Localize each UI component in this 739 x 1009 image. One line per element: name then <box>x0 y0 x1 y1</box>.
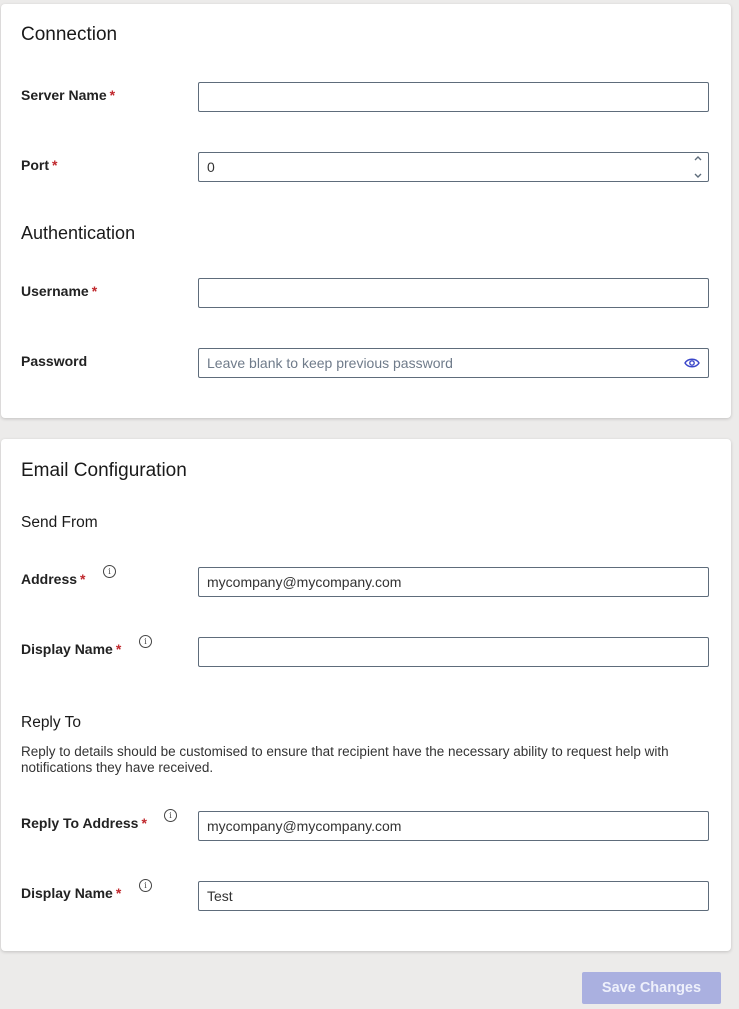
required-marker: * <box>80 571 86 587</box>
username-input[interactable] <box>199 279 708 307</box>
send-from-heading: Send From <box>21 514 98 531</box>
connection-card: Connection Server Name* Port* Authentica… <box>1 4 731 418</box>
reply-to-address-label: Reply To Address * <box>21 815 147 831</box>
port-input[interactable] <box>199 153 708 181</box>
reply-to-address-label-text: Reply To Address <box>21 815 139 831</box>
display-name-input[interactable] <box>199 638 708 666</box>
server-name-field[interactable] <box>198 82 709 112</box>
password-input[interactable] <box>199 349 708 377</box>
address-label: Address * <box>21 571 85 587</box>
port-label-text: Port <box>21 157 49 173</box>
port-field[interactable] <box>198 152 709 182</box>
port-label: Port * <box>21 157 57 173</box>
username-field[interactable] <box>198 278 709 308</box>
username-label: Username * <box>21 283 97 299</box>
required-marker: * <box>52 157 58 173</box>
save-changes-button[interactable]: Save Changes <box>582 972 721 1004</box>
reply-display-name-field[interactable] <box>198 881 709 911</box>
eye-icon[interactable] <box>684 357 700 369</box>
authentication-heading: Authentication <box>21 223 136 243</box>
chevron-down-icon[interactable] <box>693 172 703 179</box>
connection-heading: Connection <box>21 24 118 45</box>
chevron-up-icon[interactable] <box>693 155 703 162</box>
server-name-label: Server Name * <box>21 87 115 103</box>
info-icon[interactable]: i <box>164 809 177 822</box>
reply-to-heading: Reply To <box>21 714 82 731</box>
required-marker: * <box>109 87 116 103</box>
display-name-label-text: Display Name <box>21 641 113 657</box>
display-name-field[interactable] <box>198 637 709 667</box>
required-marker: * <box>141 815 147 831</box>
password-field[interactable] <box>198 348 709 378</box>
reply-to-address-field[interactable] <box>198 811 709 841</box>
port-spinner[interactable] <box>692 155 704 179</box>
email-configuration-card: Email Configuration Send From Address * i… <box>1 439 731 951</box>
email-configuration-heading: Email Configuration <box>21 460 187 481</box>
required-marker: * <box>115 641 122 657</box>
reply-display-name-input[interactable] <box>199 882 708 910</box>
info-icon[interactable]: i <box>103 565 116 578</box>
address-input[interactable] <box>199 568 708 596</box>
display-name-label: Display Name * <box>21 641 121 657</box>
reply-display-name-label: Display Name * <box>21 885 121 901</box>
info-icon[interactable]: i <box>139 635 152 648</box>
required-marker: * <box>115 885 122 901</box>
reply-to-address-input[interactable] <box>199 812 708 840</box>
reply-display-name-label-text: Display Name <box>21 885 113 901</box>
server-name-label-text: Server Name <box>21 87 107 103</box>
password-label: Password <box>21 353 88 369</box>
address-field[interactable] <box>198 567 709 597</box>
info-icon[interactable]: i <box>139 879 152 892</box>
reply-to-description: Reply to details should be customised to… <box>21 744 669 775</box>
username-label-text: Username <box>21 283 89 299</box>
address-label-text: Address <box>21 571 78 587</box>
required-marker: * <box>91 283 98 299</box>
server-name-input[interactable] <box>199 83 708 111</box>
